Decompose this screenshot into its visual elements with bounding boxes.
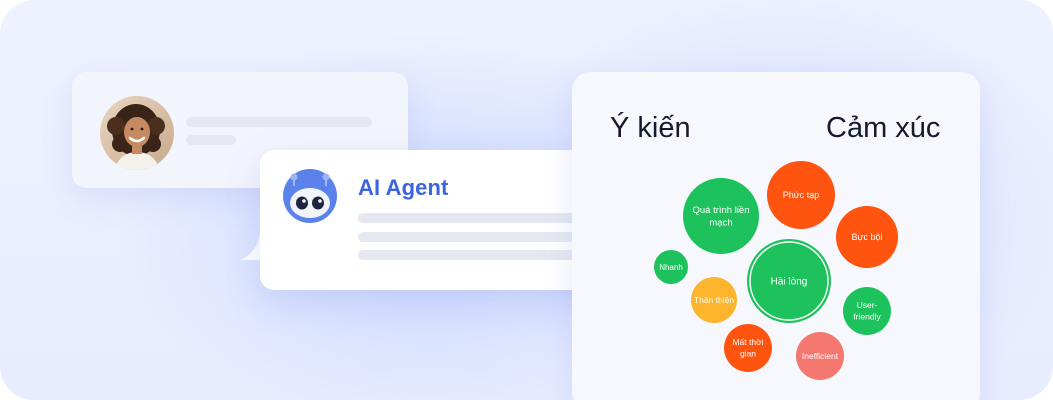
sentiment-bubble: Inefficient [796, 332, 844, 380]
sentiment-bubble: Hài lòng [747, 239, 831, 323]
hero-illustration: AI Agent Ý kiến Cảm xúc Quá trình liền mạ… [0, 0, 1053, 400]
bubble-label: Hài lòng [771, 277, 808, 288]
bubble-label: Thân thiện [694, 295, 734, 305]
bubble-label: Nhanh [659, 263, 683, 272]
sentiment-bubble: Phức tạp [767, 161, 835, 229]
bubble-label: User- [857, 300, 878, 310]
sentiment-bubble-cluster: Quá trình liền mạch Phức tạp Bực bội Nhanh Hà… [654, 161, 898, 380]
sentiment-bubble: Bực bội [836, 206, 898, 268]
bubble-label: Phức tạp [783, 190, 820, 200]
bubble-label: Mất thời [732, 337, 763, 347]
sentiment-bubble: User-friendly [843, 287, 891, 335]
bubble-label: friendly [853, 312, 881, 322]
sentiment-bubble: Mất thời gian [724, 324, 772, 372]
bubble-label: Bực bội [851, 232, 882, 242]
sentiment-bubble: Nhanh [654, 250, 688, 284]
bubble-label: mạch [709, 218, 732, 229]
bubble-circle [683, 178, 759, 254]
sentiment-bubble: Quá trình liền mạch [683, 178, 759, 254]
bubble-label: gian [740, 349, 756, 359]
sentiment-bubble: Thân thiện [691, 277, 737, 323]
bubble-label: Quá trình liền [692, 205, 749, 216]
bubble-label: Inefficient [802, 351, 839, 361]
